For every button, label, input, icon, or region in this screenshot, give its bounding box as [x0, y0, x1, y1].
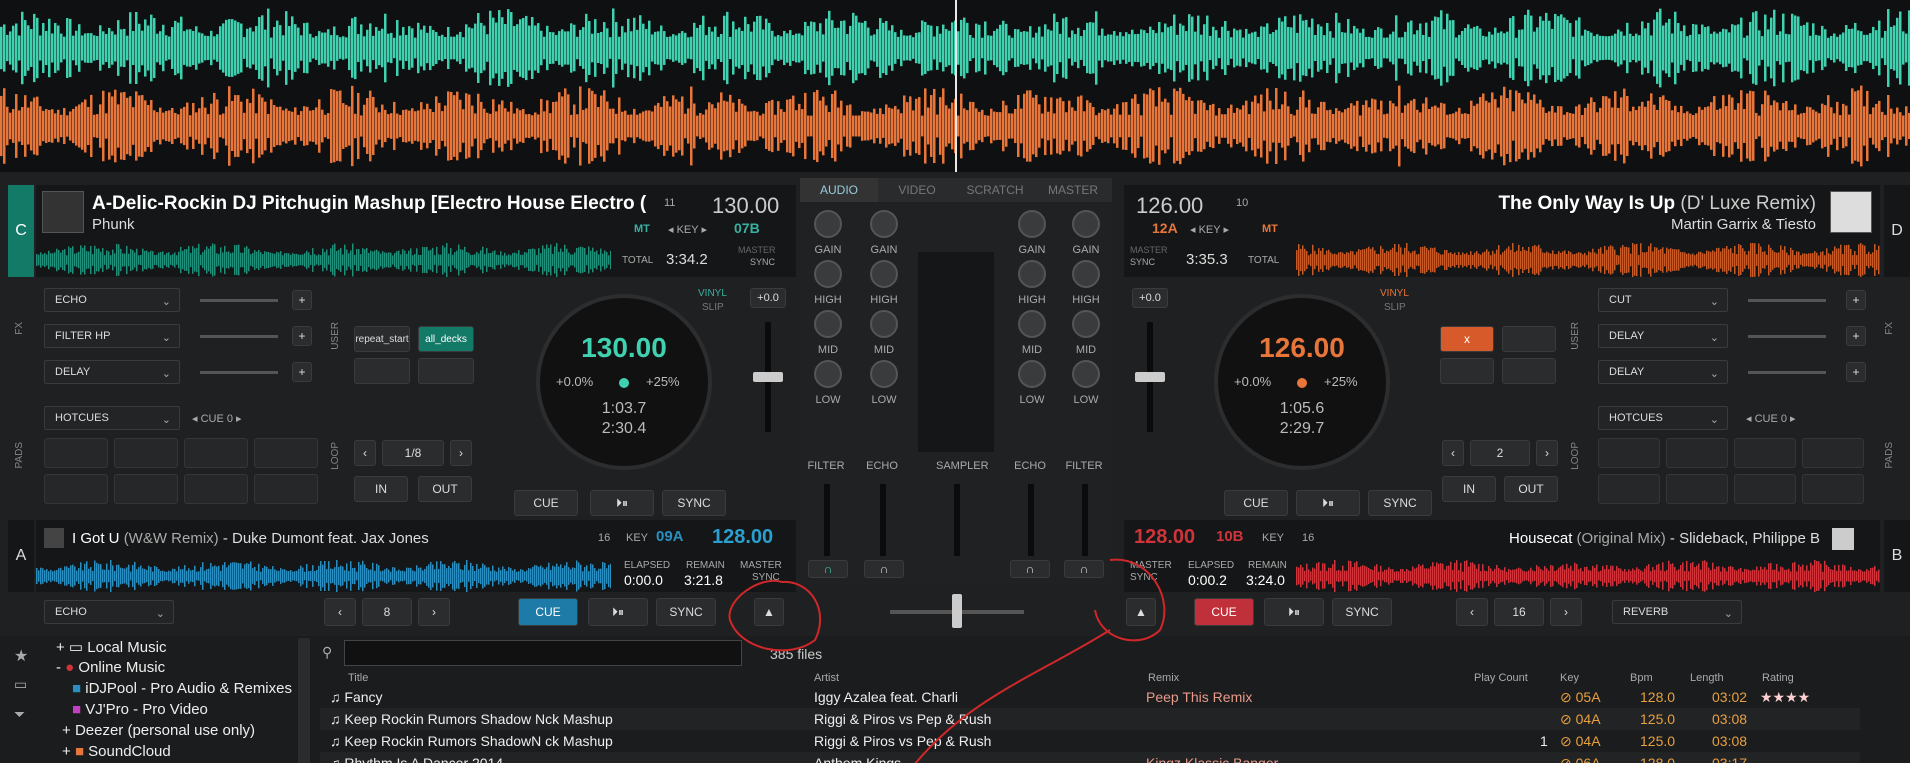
right-margin [1910, 0, 1920, 783]
bottom-margin [0, 763, 1920, 783]
annotation-overlay [728, 558, 1166, 783]
virtualdj-window: C A-Delic-Rockin DJ Pitchugin Mashup [El… [0, 0, 1920, 783]
